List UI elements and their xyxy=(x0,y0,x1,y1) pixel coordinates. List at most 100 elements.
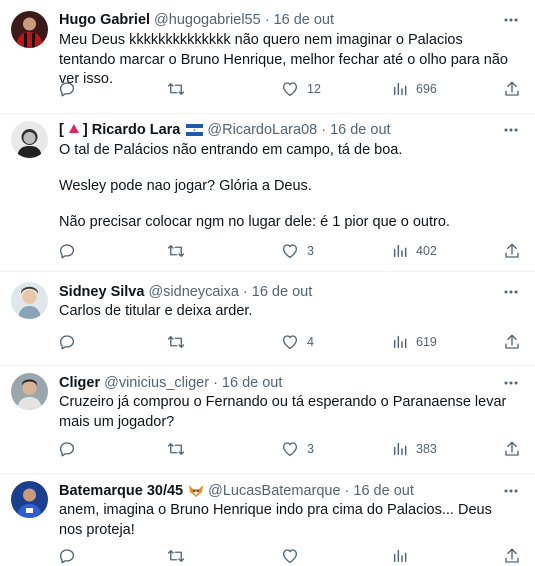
avatar-bw-portrait xyxy=(11,121,48,158)
share-icon xyxy=(505,81,519,96)
more-options-button[interactable] xyxy=(503,12,519,28)
share-button[interactable] xyxy=(503,439,521,459)
heart-icon xyxy=(282,244,298,259)
red-triangle-icon xyxy=(68,124,79,133)
more-options-button[interactable] xyxy=(503,483,519,499)
tweet[interactable]: [] Ricardo Lara @RicardoLara08 · 16 de o… xyxy=(0,114,535,272)
user-handle[interactable]: @vinicius_cliger xyxy=(104,374,209,392)
reply-icon xyxy=(59,82,75,97)
avatar-red-jersey xyxy=(11,11,48,48)
share-button[interactable] xyxy=(503,79,521,99)
share-button[interactable] xyxy=(503,546,521,566)
action-bar xyxy=(0,546,535,566)
reply-button[interactable] xyxy=(58,241,84,261)
like-button[interactable]: 3 xyxy=(281,241,314,261)
avatar[interactable] xyxy=(11,373,48,410)
display-name[interactable]: Cliger xyxy=(59,374,100,392)
tweet-paragraph: Não precisar colocar ngm no lugar dele: … xyxy=(59,214,450,230)
retweet-button[interactable] xyxy=(166,439,194,459)
retweet-button[interactable] xyxy=(166,546,186,566)
user-handle[interactable]: @hugogabriel55 xyxy=(154,11,261,29)
retweet-icon xyxy=(167,245,185,257)
honduras-flag-icon xyxy=(186,124,204,136)
like-button[interactable]: 4 xyxy=(281,332,314,352)
action-bar: 12 696 xyxy=(0,79,535,99)
heart-icon xyxy=(282,442,298,457)
tweet-text: Cruzeiro já comprou o Fernando ou tá esp… xyxy=(59,393,513,432)
more-options-button[interactable] xyxy=(503,375,519,391)
retweet-button[interactable] xyxy=(166,332,194,352)
share-button[interactable] xyxy=(503,241,521,261)
user-handle[interactable]: @LucasBatemarque xyxy=(208,482,340,500)
like-button[interactable]: 3 xyxy=(281,439,314,459)
tweet-paragraph: Wesley pode nao jogar? Glória a Deus. xyxy=(59,178,312,194)
user-handle[interactable]: @sidneycaixa xyxy=(148,283,238,301)
display-name-text: Ricardo Lara xyxy=(91,122,181,138)
separator-dot: · xyxy=(213,375,218,391)
reply-button[interactable] xyxy=(58,79,84,99)
retweet-button[interactable] xyxy=(166,241,194,261)
fox-emoji-icon xyxy=(189,485,204,497)
reply-icon xyxy=(59,244,75,259)
avatar[interactable] xyxy=(11,11,48,48)
avatar[interactable] xyxy=(11,121,48,158)
tweet-text: Carlos de titular e deixa arder. xyxy=(59,302,513,322)
avatar[interactable] xyxy=(11,282,48,319)
display-name[interactable]: Hugo Gabriel xyxy=(59,11,150,29)
more-options-button[interactable] xyxy=(503,122,519,138)
tweet-date[interactable]: 16 de out xyxy=(330,121,390,139)
avatar-blue-jersey xyxy=(11,481,48,518)
tweet-paragraph: O tal de Palácios não entrando em campo,… xyxy=(59,142,403,158)
display-name[interactable]: [] Ricardo Lara xyxy=(59,121,180,139)
view-count: 402 xyxy=(416,244,437,258)
more-options-button[interactable] xyxy=(503,284,519,300)
views-button[interactable]: 696 xyxy=(392,79,437,99)
tweet-header: Cliger @vinicius_cliger · 16 de out xyxy=(59,374,495,392)
separator-dot: · xyxy=(321,122,327,138)
reply-button[interactable] xyxy=(58,439,84,459)
heart-icon xyxy=(282,82,298,97)
tweet-date[interactable]: 16 de out xyxy=(353,482,413,500)
retweet-icon xyxy=(167,443,185,455)
reply-button[interactable] xyxy=(58,546,76,566)
tweet[interactable]: Batemarque 30/45 @LucasBatemarque · 16 d… xyxy=(0,474,535,564)
tweet-paragraph: anem, imagina o Bruno Henrique indo pra … xyxy=(59,502,492,538)
display-name[interactable]: Sidney Silva xyxy=(59,283,144,301)
views-chart-icon xyxy=(393,442,407,456)
reply-icon xyxy=(59,549,75,564)
tweet-date[interactable]: 16 de out xyxy=(252,283,312,301)
retweet-icon xyxy=(167,336,185,348)
like-button[interactable]: 12 xyxy=(281,79,321,99)
avatar[interactable] xyxy=(11,481,48,518)
separator-dot: · xyxy=(242,284,248,300)
views-button[interactable]: 402 xyxy=(392,241,437,261)
tweet-date[interactable]: 16 de out xyxy=(274,11,334,29)
more-dots-icon xyxy=(504,18,518,22)
tweet-paragraph: Carlos de titular e deixa arder. xyxy=(59,303,253,319)
tweet[interactable]: Cliger @vinicius_cliger · 16 de out Cruz… xyxy=(0,366,535,474)
share-icon xyxy=(505,548,519,563)
view-count: 619 xyxy=(416,335,437,349)
separator-dot: · xyxy=(344,483,350,499)
tweet-date[interactable]: 16 de out xyxy=(222,374,282,392)
like-button[interactable] xyxy=(281,546,299,566)
views-chart-icon xyxy=(393,335,407,349)
reply-button[interactable] xyxy=(58,332,84,352)
tweet[interactable]: Sidney Silva @sidneycaixa · 16 de out Ca… xyxy=(0,272,535,366)
more-dots-icon xyxy=(504,290,518,294)
name-prefix: [ xyxy=(59,122,64,138)
retweet-button[interactable] xyxy=(166,79,194,99)
tweet-header: [] Ricardo Lara @RicardoLara08 · 16 de o… xyxy=(59,121,495,139)
tweet[interactable]: Hugo Gabriel @hugogabriel55 · 16 de out … xyxy=(0,0,535,114)
like-count: 3 xyxy=(307,244,314,258)
retweet-icon xyxy=(167,550,185,562)
tweet-text: anem, imagina o Bruno Henrique indo pra … xyxy=(59,501,513,540)
display-name[interactable]: Batemarque 30/45 xyxy=(59,482,183,500)
views-button[interactable]: 619 xyxy=(392,332,437,352)
views-button[interactable]: 383 xyxy=(392,439,437,459)
reply-icon xyxy=(59,442,75,457)
share-button[interactable] xyxy=(503,332,521,352)
user-handle[interactable]: @RicardoLara08 xyxy=(207,121,317,139)
views-button[interactable] xyxy=(392,546,408,566)
like-count: 12 xyxy=(307,82,321,96)
